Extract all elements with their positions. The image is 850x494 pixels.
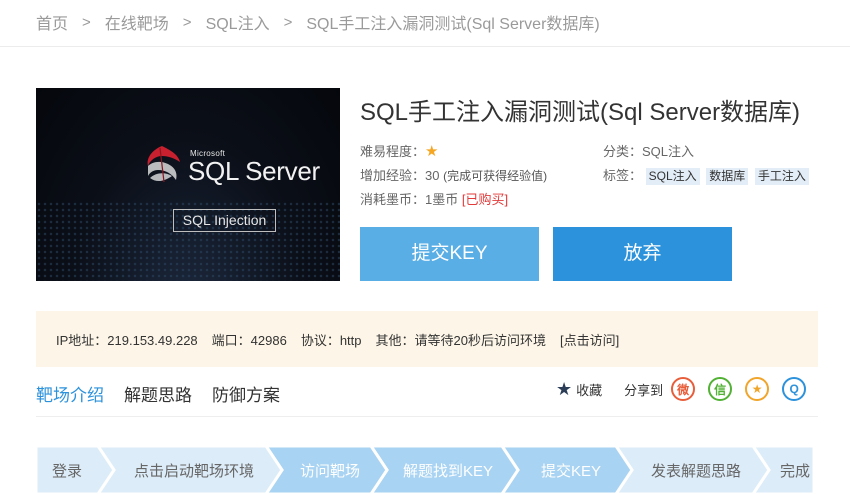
- cost-row: 消耗墨币：1墨币 [已购买]: [360, 189, 508, 208]
- tag-manual-injection[interactable]: 手工注入: [754, 168, 809, 185]
- tab-lab-intro[interactable]: 靶场介绍: [36, 381, 104, 406]
- breadcrumb: 首页 > 在线靶场 > SQL注入 > SQL手工注入漏洞测试(Sql Serv…: [36, 10, 600, 34]
- cost-label: 消耗墨币：1墨币: [360, 192, 459, 207]
- tags-row: 标签： SQL注入 数据库 手工注入: [603, 165, 812, 185]
- env-port: 端口：42986: [211, 332, 287, 348]
- tabs-divider: [36, 416, 818, 417]
- tag-database[interactable]: 数据库: [706, 168, 749, 185]
- breadcrumb-separator: >: [82, 13, 91, 31]
- tab-solution-ideas[interactable]: 解题思路: [124, 381, 192, 406]
- breadcrumb-separator: >: [182, 13, 192, 31]
- step-label: 访问靶场: [300, 463, 361, 480]
- tag-sql-injection[interactable]: SQL注入: [645, 168, 700, 185]
- favorite-button[interactable]: 收藏: [576, 380, 602, 399]
- breadcrumb-separator: >: [283, 13, 293, 31]
- give-up-button[interactable]: 放弃: [553, 227, 732, 281]
- category-row: 分类：SQL注入: [603, 141, 694, 160]
- header-divider: [0, 46, 850, 47]
- step-label: 解题找到KEY: [403, 463, 494, 480]
- weibo-icon[interactable]: 微: [671, 377, 696, 401]
- step-label: 发表解题思路: [651, 463, 742, 480]
- breadcrumb-sql-injection[interactable]: SQL注入: [206, 10, 270, 34]
- experience-label: 增加经验：30: [360, 168, 440, 183]
- env-visit-link[interactable]: [点击访问]: [560, 330, 619, 349]
- step-label: 登录: [52, 463, 83, 480]
- qzone-icon[interactable]: ★: [745, 377, 770, 401]
- lab-cover-image: Microsoft SQL Server SQL Injection: [36, 88, 340, 281]
- step-label: 点击启动靶场环境: [134, 463, 255, 480]
- purchased-badge: [已购买]: [461, 192, 509, 207]
- wechat-icon[interactable]: 信: [708, 377, 733, 401]
- share-bar: ★ 收藏 分享到 微 信 ★ Q: [556, 377, 807, 401]
- progress-steps: 登录 点击启动靶场环境 访问靶场 解题找到KEY 提交KEY 发表解题思路 完成: [36, 446, 814, 494]
- sql-server-logo-icon: [147, 146, 180, 183]
- env-other: 其他：请等待20秒后访问环境: [375, 332, 546, 348]
- step-label: 完成: [780, 463, 811, 480]
- env-protocol: 协议：http: [300, 332, 362, 348]
- step-label: 提交KEY: [541, 463, 602, 480]
- content-tabs: 靶场介绍 解题思路 防御方案: [36, 381, 300, 406]
- environment-info-bar: IP地址：219.153.49.228 端口：42986 协议：http 其他：…: [36, 311, 818, 367]
- tags-label: 标签：: [603, 168, 643, 183]
- star-icon[interactable]: ★: [556, 379, 572, 400]
- share-label: 分享到: [624, 382, 664, 398]
- breadcrumb-current: SQL手工注入漏洞测试(Sql Server数据库): [306, 16, 600, 33]
- difficulty-row: 难易程度：★: [360, 141, 438, 160]
- experience-note: (完成可获得经验值): [443, 169, 548, 183]
- env-ip: IP地址：219.153.49.228: [56, 332, 198, 348]
- category-label: 分类：SQL注入: [603, 144, 695, 159]
- cover-brand-large: SQL Server: [188, 156, 320, 186]
- submit-key-button[interactable]: 提交KEY: [360, 227, 539, 281]
- lab-title: SQL手工注入漏洞测试(Sql Server数据库): [360, 99, 801, 126]
- experience-row: 增加经验：30 (完成可获得经验值): [360, 165, 547, 184]
- breadcrumb-home[interactable]: 首页: [36, 10, 68, 34]
- star-icon: ★: [425, 143, 439, 160]
- tab-defense[interactable]: 防御方案: [212, 381, 280, 406]
- cover-caption: SQL Injection: [173, 209, 276, 232]
- breadcrumb-online-range[interactable]: 在线靶场: [105, 10, 169, 34]
- difficulty-label: 难易程度：: [360, 144, 426, 159]
- qq-icon[interactable]: Q: [782, 377, 807, 401]
